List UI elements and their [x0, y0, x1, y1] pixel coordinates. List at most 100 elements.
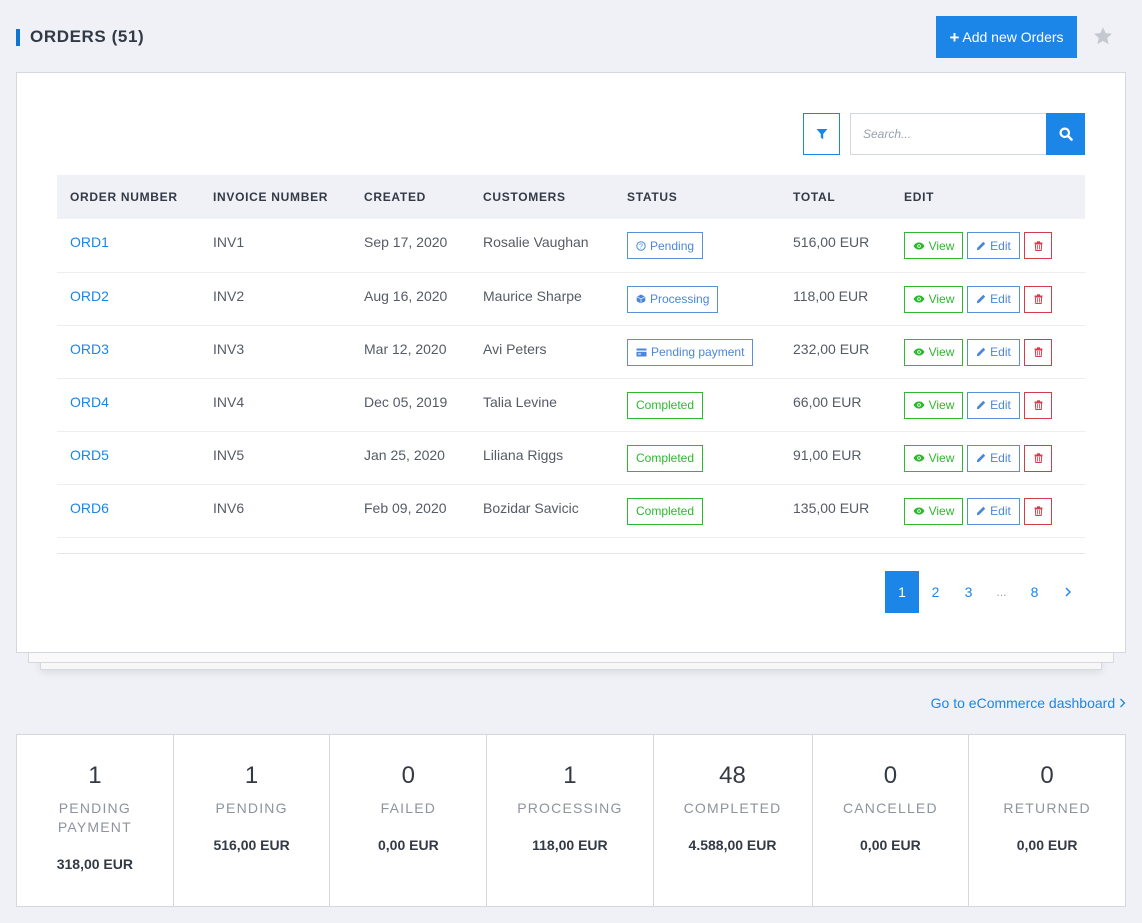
page-2[interactable]: 2	[919, 571, 952, 613]
column-header-customers[interactable]: CUSTOMERS	[470, 175, 614, 219]
view-label: View	[928, 451, 955, 465]
stat-failed: 0 FAILED 0,00 EUR	[330, 735, 488, 906]
trash-icon	[1034, 506, 1042, 516]
chevron-right-icon	[1120, 698, 1126, 708]
status-badge: ? Pending	[627, 232, 704, 259]
view-button[interactable]: View	[904, 391, 963, 419]
status-cell: ? Pending	[614, 219, 780, 273]
order-link[interactable]: ORD5	[70, 447, 109, 463]
eye-icon	[913, 348, 925, 356]
edit-button[interactable]: Edit	[967, 444, 1020, 472]
view-button[interactable]: View	[904, 285, 963, 313]
table-row: ORD3 INV3 Mar 12, 2020 Avi Peters Pendin…	[57, 325, 1085, 379]
credit-card-icon	[636, 348, 647, 357]
status-label: Completed	[636, 504, 695, 518]
status-label: Pending	[650, 238, 695, 253]
stat-amount: 118,00 EUR	[532, 837, 608, 853]
pencil-icon	[976, 241, 986, 250]
column-header-status[interactable]: STATUS	[614, 175, 780, 219]
stat-count: 1	[88, 762, 102, 789]
search-icon	[1059, 127, 1073, 141]
status-label: Completed	[636, 398, 695, 412]
edit-button[interactable]: Edit	[967, 391, 1020, 419]
status-cell: Completed	[614, 431, 780, 485]
view-label: View	[928, 398, 955, 412]
pagination: 1 2 3 ... 8	[885, 571, 1084, 613]
add-new-orders-button[interactable]: + Add new Orders	[936, 16, 1077, 58]
chevron-right-icon	[1065, 587, 1071, 597]
created-cell: Jan 25, 2020	[351, 431, 470, 485]
view-button[interactable]: View	[904, 497, 963, 525]
stat-count: 0	[883, 762, 898, 789]
column-header-created[interactable]: CREATED	[351, 175, 470, 219]
delete-button[interactable]	[1024, 232, 1052, 259]
stat-cancelled: 0 CANCELLED 0,00 EUR	[813, 735, 970, 906]
delete-button[interactable]	[1024, 391, 1052, 419]
svg-text:?: ?	[639, 243, 643, 250]
page-ellipsis: ...	[996, 585, 1007, 599]
total-cell: 135,00 EUR	[780, 484, 891, 538]
next-page-button[interactable]	[1051, 571, 1084, 613]
delete-button[interactable]	[1024, 338, 1052, 366]
stat-count: 0	[1040, 762, 1054, 789]
stat-pending: 1 PENDING 516,00 EUR	[174, 735, 331, 906]
page-header: ORDERS (51) + Add new Orders	[16, 16, 1126, 58]
actions-cell: View Edit	[891, 219, 1085, 273]
edit-button[interactable]: Edit	[967, 285, 1020, 313]
invoice-number-cell: INV2	[200, 272, 351, 326]
order-link[interactable]: ORD3	[70, 341, 109, 357]
delete-button[interactable]	[1024, 444, 1052, 472]
pencil-icon	[976, 294, 986, 304]
edit-button[interactable]: Edit	[967, 232, 1020, 259]
edit-label: Edit	[990, 292, 1011, 306]
order-link[interactable]: ORD6	[70, 500, 109, 516]
delete-button[interactable]	[1024, 285, 1052, 313]
total-cell: 118,00 EUR	[780, 272, 891, 326]
edit-button[interactable]: Edit	[967, 497, 1020, 525]
column-header-order-number[interactable]: ORDER NUMBER	[57, 175, 200, 219]
page-8[interactable]: 8	[1018, 571, 1051, 613]
order-number-cell: ORD4	[57, 378, 200, 432]
status-cell: Completed	[614, 378, 780, 432]
stat-completed: 48 COMPLETED 4.588,00 EUR	[654, 735, 813, 906]
ecommerce-dashboard-link-label: Go to eCommerce dashboard	[930, 695, 1116, 711]
stat-amount: 4.588,00 EUR	[688, 837, 777, 853]
filter-button[interactable]	[803, 113, 840, 155]
page-1[interactable]: 1	[885, 571, 919, 613]
created-cell: Feb 09, 2020	[351, 484, 470, 538]
pencil-icon	[976, 347, 986, 357]
ecommerce-dashboard-link[interactable]: Go to eCommerce dashboard	[931, 695, 1126, 711]
stat-label: FAILED	[380, 800, 437, 816]
order-link[interactable]: ORD4	[70, 394, 109, 410]
total-cell: 232,00 EUR	[780, 325, 891, 379]
page-3[interactable]: 3	[952, 571, 985, 613]
delete-button[interactable]	[1024, 497, 1052, 525]
stat-processing: 1 PROCESSING 118,00 EUR	[487, 735, 654, 906]
actions-cell: View Edit	[891, 484, 1085, 538]
edit-button[interactable]: Edit	[967, 338, 1020, 366]
view-button[interactable]: View	[904, 444, 963, 472]
actions-cell: View Edit	[891, 378, 1085, 432]
view-label: View	[928, 238, 955, 253]
search-button[interactable]	[1046, 113, 1085, 155]
stat-label: PENDING	[215, 800, 288, 816]
status-badge: Completed	[627, 444, 704, 472]
eye-icon	[913, 401, 925, 409]
status-badge: Processing	[627, 285, 719, 313]
search-input[interactable]	[850, 113, 1047, 155]
view-button[interactable]: View	[904, 232, 963, 259]
column-header-total[interactable]: TOTAL	[780, 175, 891, 219]
trash-icon	[1034, 400, 1042, 410]
stat-amount: 318,00 EUR	[56, 856, 133, 872]
order-link[interactable]: ORD1	[70, 234, 109, 250]
star-icon[interactable]	[1092, 25, 1114, 47]
plus-icon: +	[949, 27, 960, 47]
column-header-invoice-number[interactable]: INVOICE NUMBER	[200, 175, 351, 219]
order-link[interactable]: ORD2	[70, 288, 109, 304]
view-label: View	[928, 292, 955, 306]
view-button[interactable]: View	[904, 338, 963, 366]
order-number-cell: ORD2	[57, 272, 200, 326]
table-row: ORD5 INV5 Jan 25, 2020 Liliana Riggs Com…	[57, 431, 1085, 485]
edit-label: Edit	[990, 451, 1011, 465]
total-cell: 516,00 EUR	[780, 219, 891, 273]
